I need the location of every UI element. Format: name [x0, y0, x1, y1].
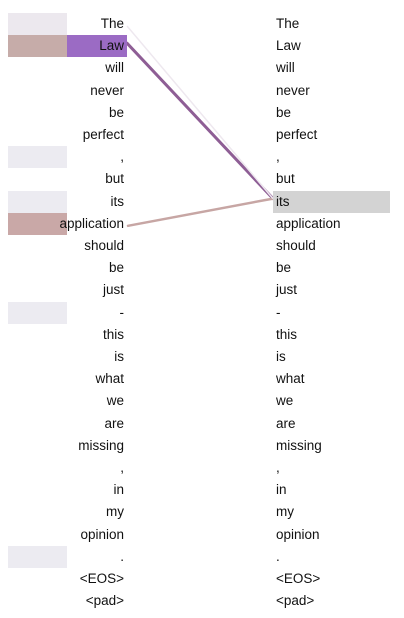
attention-line [126, 25, 274, 200]
right-token[interactable]: <pad> [276, 590, 314, 612]
left-token[interactable]: <pad> [86, 590, 124, 612]
right-token[interactable]: just [276, 279, 297, 301]
left-token[interactable]: missing [78, 435, 124, 457]
left-token[interactable]: in [113, 479, 124, 501]
right-token[interactable]: never [276, 80, 310, 102]
right-token[interactable]: should [276, 235, 316, 257]
left-token[interactable]: , [120, 457, 124, 479]
right-token[interactable]: Law [276, 35, 301, 57]
attention-weight-bar [8, 212, 67, 235]
right-token[interactable]: are [276, 413, 296, 435]
right-token[interactable]: The [276, 13, 299, 35]
left-token[interactable]: will [105, 57, 124, 79]
right-token[interactable]: what [276, 368, 305, 390]
attention-weight-bar [8, 545, 67, 568]
left-token[interactable]: be [109, 257, 124, 279]
right-token[interactable]: - [276, 302, 281, 324]
left-token[interactable]: are [104, 413, 124, 435]
left-token[interactable]: . [120, 546, 124, 568]
right-token[interactable]: missing [276, 435, 322, 457]
attention-weight-bar [8, 190, 67, 213]
attention-weight-bar [8, 301, 67, 324]
left-token[interactable]: but [105, 168, 124, 190]
right-token[interactable]: , [276, 457, 280, 479]
left-token[interactable]: never [90, 80, 124, 102]
left-token[interactable]: just [103, 279, 124, 301]
right-token[interactable]: . [276, 546, 280, 568]
left-token[interactable]: should [84, 235, 124, 257]
left-token[interactable]: is [114, 346, 124, 368]
right-token[interactable]: my [276, 501, 294, 523]
left-token[interactable]: - [120, 302, 125, 324]
attention-line [125, 41, 275, 201]
attention-weight-bar [8, 146, 67, 169]
right-token[interactable]: this [276, 324, 297, 346]
attention-weight-bar [8, 13, 67, 35]
right-token[interactable]: opinion [276, 524, 320, 546]
right-token[interactable]: its [276, 191, 290, 213]
right-token[interactable]: we [276, 390, 293, 412]
left-token[interactable]: this [103, 324, 124, 346]
right-token[interactable]: is [276, 346, 286, 368]
right-token[interactable]: application [276, 213, 341, 235]
left-token[interactable]: my [106, 501, 124, 523]
left-token[interactable]: be [109, 102, 124, 124]
left-token[interactable]: what [95, 368, 124, 390]
right-token[interactable]: be [276, 102, 291, 124]
left-token[interactable]: Law [99, 35, 124, 57]
right-token[interactable]: perfect [276, 124, 317, 146]
left-token[interactable]: <EOS> [80, 568, 124, 590]
right-token[interactable]: in [276, 479, 287, 501]
right-token[interactable]: <EOS> [276, 568, 320, 590]
right-token[interactable]: , [276, 146, 280, 168]
attention-visualization: The The Law Law will will never never be be perfec… [0, 0, 404, 618]
right-token-highlight [273, 190, 390, 213]
left-token[interactable]: we [107, 390, 124, 412]
left-token[interactable]: , [120, 146, 124, 168]
left-token[interactable]: opinion [80, 524, 124, 546]
left-token[interactable]: its [111, 191, 125, 213]
left-token[interactable]: perfect [83, 124, 124, 146]
right-token[interactable]: will [276, 57, 295, 79]
attention-weight-bar [8, 35, 67, 58]
right-token[interactable]: but [276, 168, 295, 190]
attention-line [126, 197, 275, 228]
right-token[interactable]: be [276, 257, 291, 279]
left-token[interactable]: application [59, 213, 124, 235]
left-token[interactable]: The [101, 13, 124, 35]
